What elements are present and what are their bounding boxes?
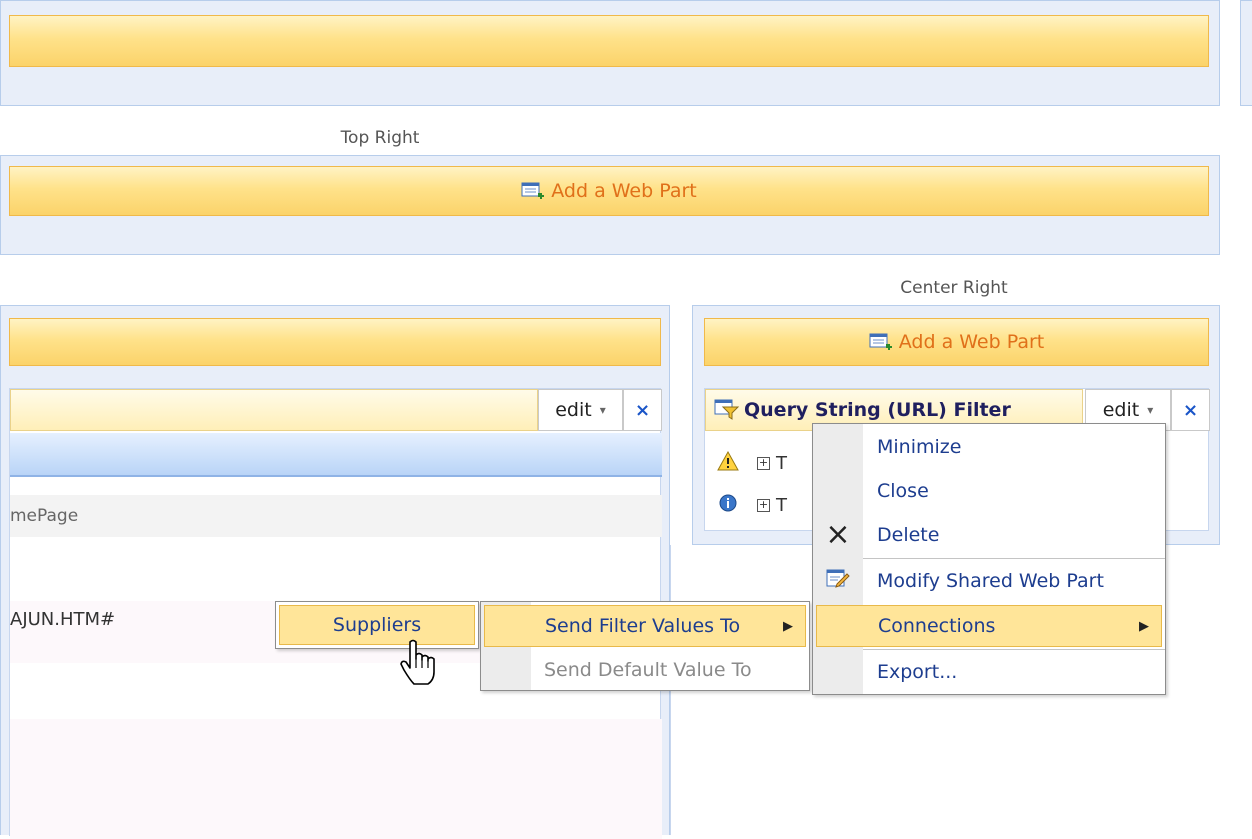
- edit-page-icon: [826, 568, 850, 595]
- add-web-part-icon: [521, 181, 545, 201]
- menu-item-minimize[interactable]: Minimize: [813, 427, 1165, 467]
- close-icon: ×: [1182, 399, 1199, 421]
- suppliers-menu-item[interactable]: Suppliers: [279, 605, 475, 645]
- zone-label-center-right: Center Right: [900, 278, 1008, 298]
- left-webpart-row-1: mePage: [10, 495, 662, 537]
- top-zone: [0, 0, 1220, 106]
- filter-icon: [714, 399, 740, 421]
- filter-item-info: + T: [717, 491, 787, 519]
- menu-item-send-filter-values-to[interactable]: Send Filter Values To ▶: [484, 605, 806, 647]
- left-webpart-close-button[interactable]: ×: [623, 389, 662, 431]
- info-icon: [717, 493, 739, 518]
- menu-item-delete[interactable]: × Delete: [813, 515, 1165, 555]
- top-right-zone: Add a Web Part: [0, 155, 1220, 255]
- chevron-right-icon: ▶: [783, 618, 793, 634]
- suppliers-menu: Suppliers: [275, 601, 479, 649]
- menu-separator: [863, 649, 1165, 650]
- add-web-part-button-center-right[interactable]: Add a Web Part: [704, 318, 1209, 366]
- left-webpart-header-band: [10, 433, 662, 477]
- menu-item-send-default-value-to[interactable]: Send Default Value To: [481, 650, 809, 690]
- chevron-right-icon: ▶: [1139, 618, 1149, 634]
- left-webpart-edit-button[interactable]: edit ▾: [538, 389, 623, 431]
- center-left-zone: edit ▾ × mePage AJUN.HTM#: [0, 305, 670, 839]
- top-zone-bar[interactable]: [9, 15, 1209, 67]
- add-web-part-button-center-left[interactable]: [9, 318, 661, 366]
- add-web-part-label: Add a Web Part: [898, 331, 1045, 353]
- menu-item-modify-shared-web-part[interactable]: Modify Shared Web Part: [813, 561, 1165, 601]
- right-edge-zone: [1240, 0, 1252, 106]
- chevron-down-icon: ▾: [599, 403, 606, 417]
- menu-separator: [863, 558, 1165, 559]
- edit-menu: Minimize Close × Delete Modify Shared We…: [812, 423, 1166, 695]
- add-web-part-label: Add a Web Part: [551, 180, 697, 202]
- left-webpart-row-3: [10, 719, 662, 839]
- hand-cursor-icon: [398, 638, 438, 688]
- zone-label-top-right: Top Right: [340, 128, 420, 148]
- add-web-part-button-top-right[interactable]: Add a Web Part: [9, 166, 1209, 216]
- menu-item-connections[interactable]: Connections ▶: [816, 605, 1162, 647]
- filter-item-warning: + T: [717, 449, 787, 477]
- expand-icon[interactable]: +: [757, 498, 770, 512]
- left-webpart-title-bar: [10, 389, 538, 431]
- chevron-down-icon: ▾: [1147, 403, 1154, 417]
- menu-item-export[interactable]: Export...: [813, 652, 1165, 692]
- close-icon: ×: [634, 399, 651, 421]
- filter-webpart-close-button[interactable]: ×: [1171, 389, 1210, 431]
- add-web-part-icon: [869, 332, 893, 352]
- menu-item-close[interactable]: Close: [813, 471, 1165, 511]
- expand-icon[interactable]: +: [757, 456, 770, 470]
- filter-webpart-title: Query String (URL) Filter: [744, 399, 1011, 421]
- send-menu: Send Filter Values To ▶ Send Default Val…: [480, 601, 810, 691]
- delete-icon: ×: [825, 517, 851, 552]
- warning-icon: [717, 450, 739, 476]
